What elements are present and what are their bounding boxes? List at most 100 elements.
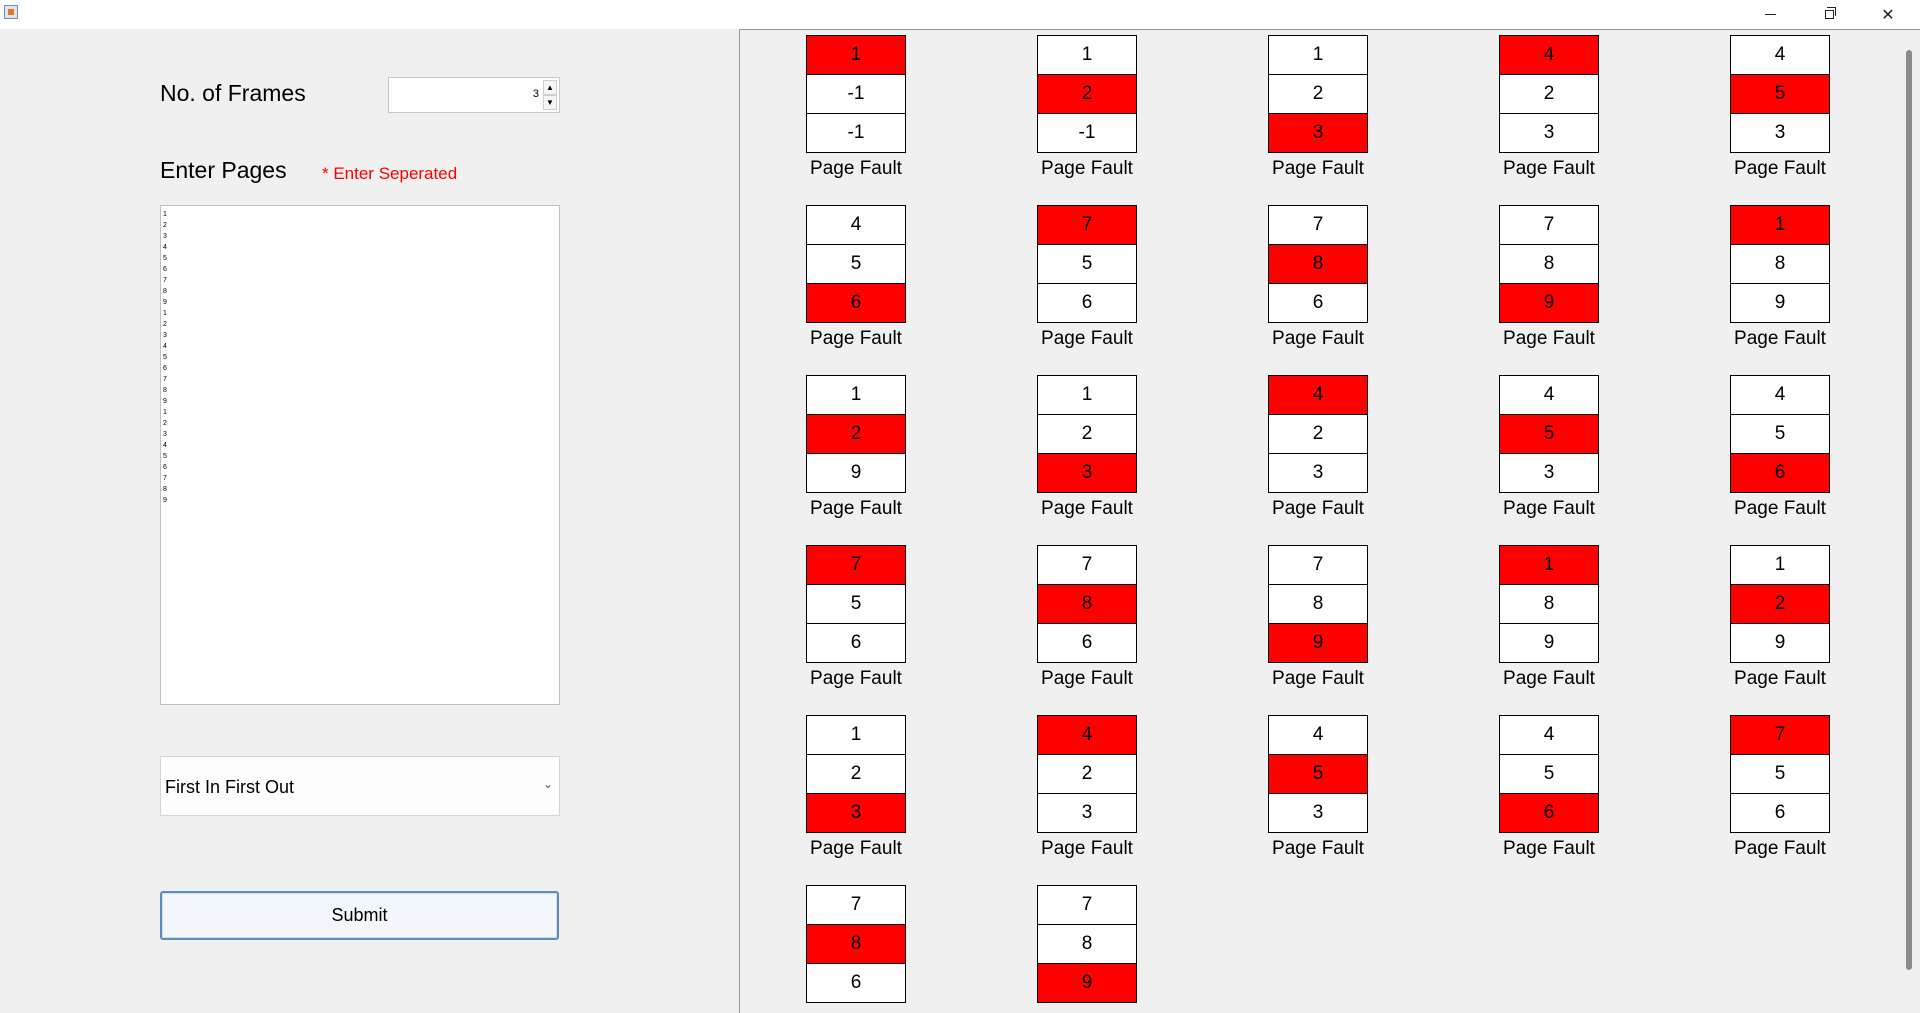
page-fault-label: Page Fault xyxy=(1734,668,1826,689)
page-entry: 4 xyxy=(163,343,167,350)
frame-cell: 8 xyxy=(1037,924,1137,964)
vertical-scrollbar[interactable] xyxy=(1906,50,1912,970)
page-entry: 9 xyxy=(163,398,167,405)
minimize-icon xyxy=(1764,14,1776,15)
frame-cell: 5 xyxy=(1499,754,1599,794)
frame-cell-replaced: 1 xyxy=(806,35,906,75)
frame-cell-replaced: 2 xyxy=(1037,74,1137,114)
frame-cell: 4 xyxy=(1730,375,1830,415)
frame-cell-replaced: 9 xyxy=(1268,623,1368,663)
java-app-icon xyxy=(4,5,18,19)
page-fault-label: Page Fault xyxy=(1503,328,1595,349)
page-entry: 6 xyxy=(163,464,167,471)
page-entry: 6 xyxy=(163,266,167,273)
frame-step: 1 2 9 Page Fault xyxy=(1730,545,1830,690)
frame-step: 1 -1 -1 Page Fault xyxy=(806,35,906,180)
close-button[interactable]: ✕ xyxy=(1865,0,1911,29)
frame-cell: 5 xyxy=(1037,244,1137,284)
pages-hint: * Enter Seperated xyxy=(322,164,458,183)
frame-cell: 7 xyxy=(1037,885,1137,925)
page-fault-label: Page Fault xyxy=(1503,838,1595,859)
frame-step: 7 8 6 Page Fault xyxy=(1037,545,1137,690)
frame-step: 4 5 3 Page Fault xyxy=(1499,375,1599,520)
frame-cell: 2 xyxy=(1499,74,1599,114)
page-entry: 7 xyxy=(163,376,167,383)
frame-cell: 2 xyxy=(1037,754,1137,794)
frame-cell-replaced: 8 xyxy=(1037,584,1137,624)
frame-cell: 8 xyxy=(1499,244,1599,284)
frame-cell: 8 xyxy=(1268,584,1368,624)
frame-step: 1 8 9 Page Fault xyxy=(1730,205,1830,350)
frame-cell-replaced: 4 xyxy=(1268,375,1368,415)
frame-cell: 1 xyxy=(1268,35,1368,75)
frame-cell: 2 xyxy=(1037,414,1137,454)
frame-cell-replaced: 8 xyxy=(806,924,906,964)
frame-cell-replaced: 4 xyxy=(1499,35,1599,75)
frame-cell-replaced: 7 xyxy=(806,545,906,585)
page-fault-label: Page Fault xyxy=(1503,668,1595,689)
pages-textarea[interactable]: 1 2 3 4 5 6 7 8 9 1 2 3 4 5 6 7 8 9 1 2 3 4 5 6 7 8 9 xyxy=(160,205,560,705)
page-entry: 7 xyxy=(163,277,167,284)
frame-step: 7 8 6 Page Fault xyxy=(1268,205,1368,350)
frame-cell: 5 xyxy=(1730,414,1830,454)
page-entry: 5 xyxy=(163,354,167,361)
frame-cell-replaced: 1 xyxy=(1730,205,1830,245)
page-fault-label: Page Fault xyxy=(810,158,902,179)
frame-cell: 3 xyxy=(1037,793,1137,833)
frame-cell-replaced: 6 xyxy=(1499,793,1599,833)
frame-cell-replaced: 3 xyxy=(1037,453,1137,493)
submit-button[interactable]: Submit xyxy=(160,891,559,940)
frame-cell-replaced: 6 xyxy=(1730,453,1830,493)
frame-cell: 7 xyxy=(1268,545,1368,585)
frame-cell: -1 xyxy=(806,113,906,153)
algorithm-select[interactable]: First In First Out ⌄ xyxy=(160,756,560,816)
frame-cell: 7 xyxy=(1268,205,1368,245)
page-entry: 3 xyxy=(163,431,167,438)
frame-cell-replaced: 9 xyxy=(1499,283,1599,323)
page-entry: 3 xyxy=(163,332,167,339)
frame-step: 1 2 3 Page Fault xyxy=(1268,35,1368,180)
frames-label: No. of Frames xyxy=(160,80,306,106)
page-fault-label: Page Fault xyxy=(1734,498,1826,519)
frame-step: 1 2 9 Page Fault xyxy=(806,375,906,520)
frame-cell-replaced: 3 xyxy=(1268,113,1368,153)
minimize-button[interactable] xyxy=(1747,0,1793,29)
frame-cell-replaced: 4 xyxy=(1037,715,1137,755)
frame-cell: 6 xyxy=(1037,283,1137,323)
frame-cell: 9 xyxy=(1499,623,1599,663)
page-fault-label: Page Fault xyxy=(810,328,902,349)
close-icon: ✕ xyxy=(1881,5,1895,24)
frame-step: 7 5 6 Page Fault xyxy=(1730,715,1830,860)
page-fault-label: Page Fault xyxy=(1041,838,1133,859)
frame-cell: 2 xyxy=(1268,414,1368,454)
frame-cell: 7 xyxy=(1037,545,1137,585)
frame-cell: 8 xyxy=(1730,244,1830,284)
frame-step: 4 5 3 Page Fault xyxy=(1268,715,1368,860)
frame-cell-replaced: 2 xyxy=(1730,584,1830,624)
frame-cell-replaced: 8 xyxy=(1268,244,1368,284)
title-bar: ✕ xyxy=(0,0,1920,29)
frame-step: 4 2 3 Page Fault xyxy=(1268,375,1368,520)
frame-cell-replaced: 5 xyxy=(1268,754,1368,794)
page-fault-label: Page Fault xyxy=(1041,158,1133,179)
frame-cell: 2 xyxy=(806,754,906,794)
frame-step: 7 8 9 Page Fault xyxy=(1268,545,1368,690)
frame-cell: 4 xyxy=(1499,715,1599,755)
page-entry: 2 xyxy=(163,222,167,229)
frame-cell: 5 xyxy=(806,584,906,624)
frame-cell-replaced: 3 xyxy=(806,793,906,833)
frame-cell-replaced: 9 xyxy=(1037,963,1137,1003)
spinner-up-icon[interactable]: ▲ xyxy=(543,80,557,95)
frame-cell: 6 xyxy=(1268,283,1368,323)
restore-button[interactable] xyxy=(1806,0,1852,29)
page-fault-label: Page Fault xyxy=(1041,328,1133,349)
page-fault-label: Page Fault xyxy=(1272,838,1364,859)
page-fault-label: Page Fault xyxy=(1272,668,1364,689)
frames-value[interactable]: 3 xyxy=(533,88,539,100)
frames-spinner[interactable]: 3 ▲ ▼ xyxy=(388,77,560,113)
page-entry: 5 xyxy=(163,255,167,262)
frame-cell: 2 xyxy=(1268,74,1368,114)
page-fault-label: Page Fault xyxy=(1503,498,1595,519)
page-fault-label: Page Fault xyxy=(1503,158,1595,179)
spinner-down-icon[interactable]: ▼ xyxy=(543,95,557,110)
